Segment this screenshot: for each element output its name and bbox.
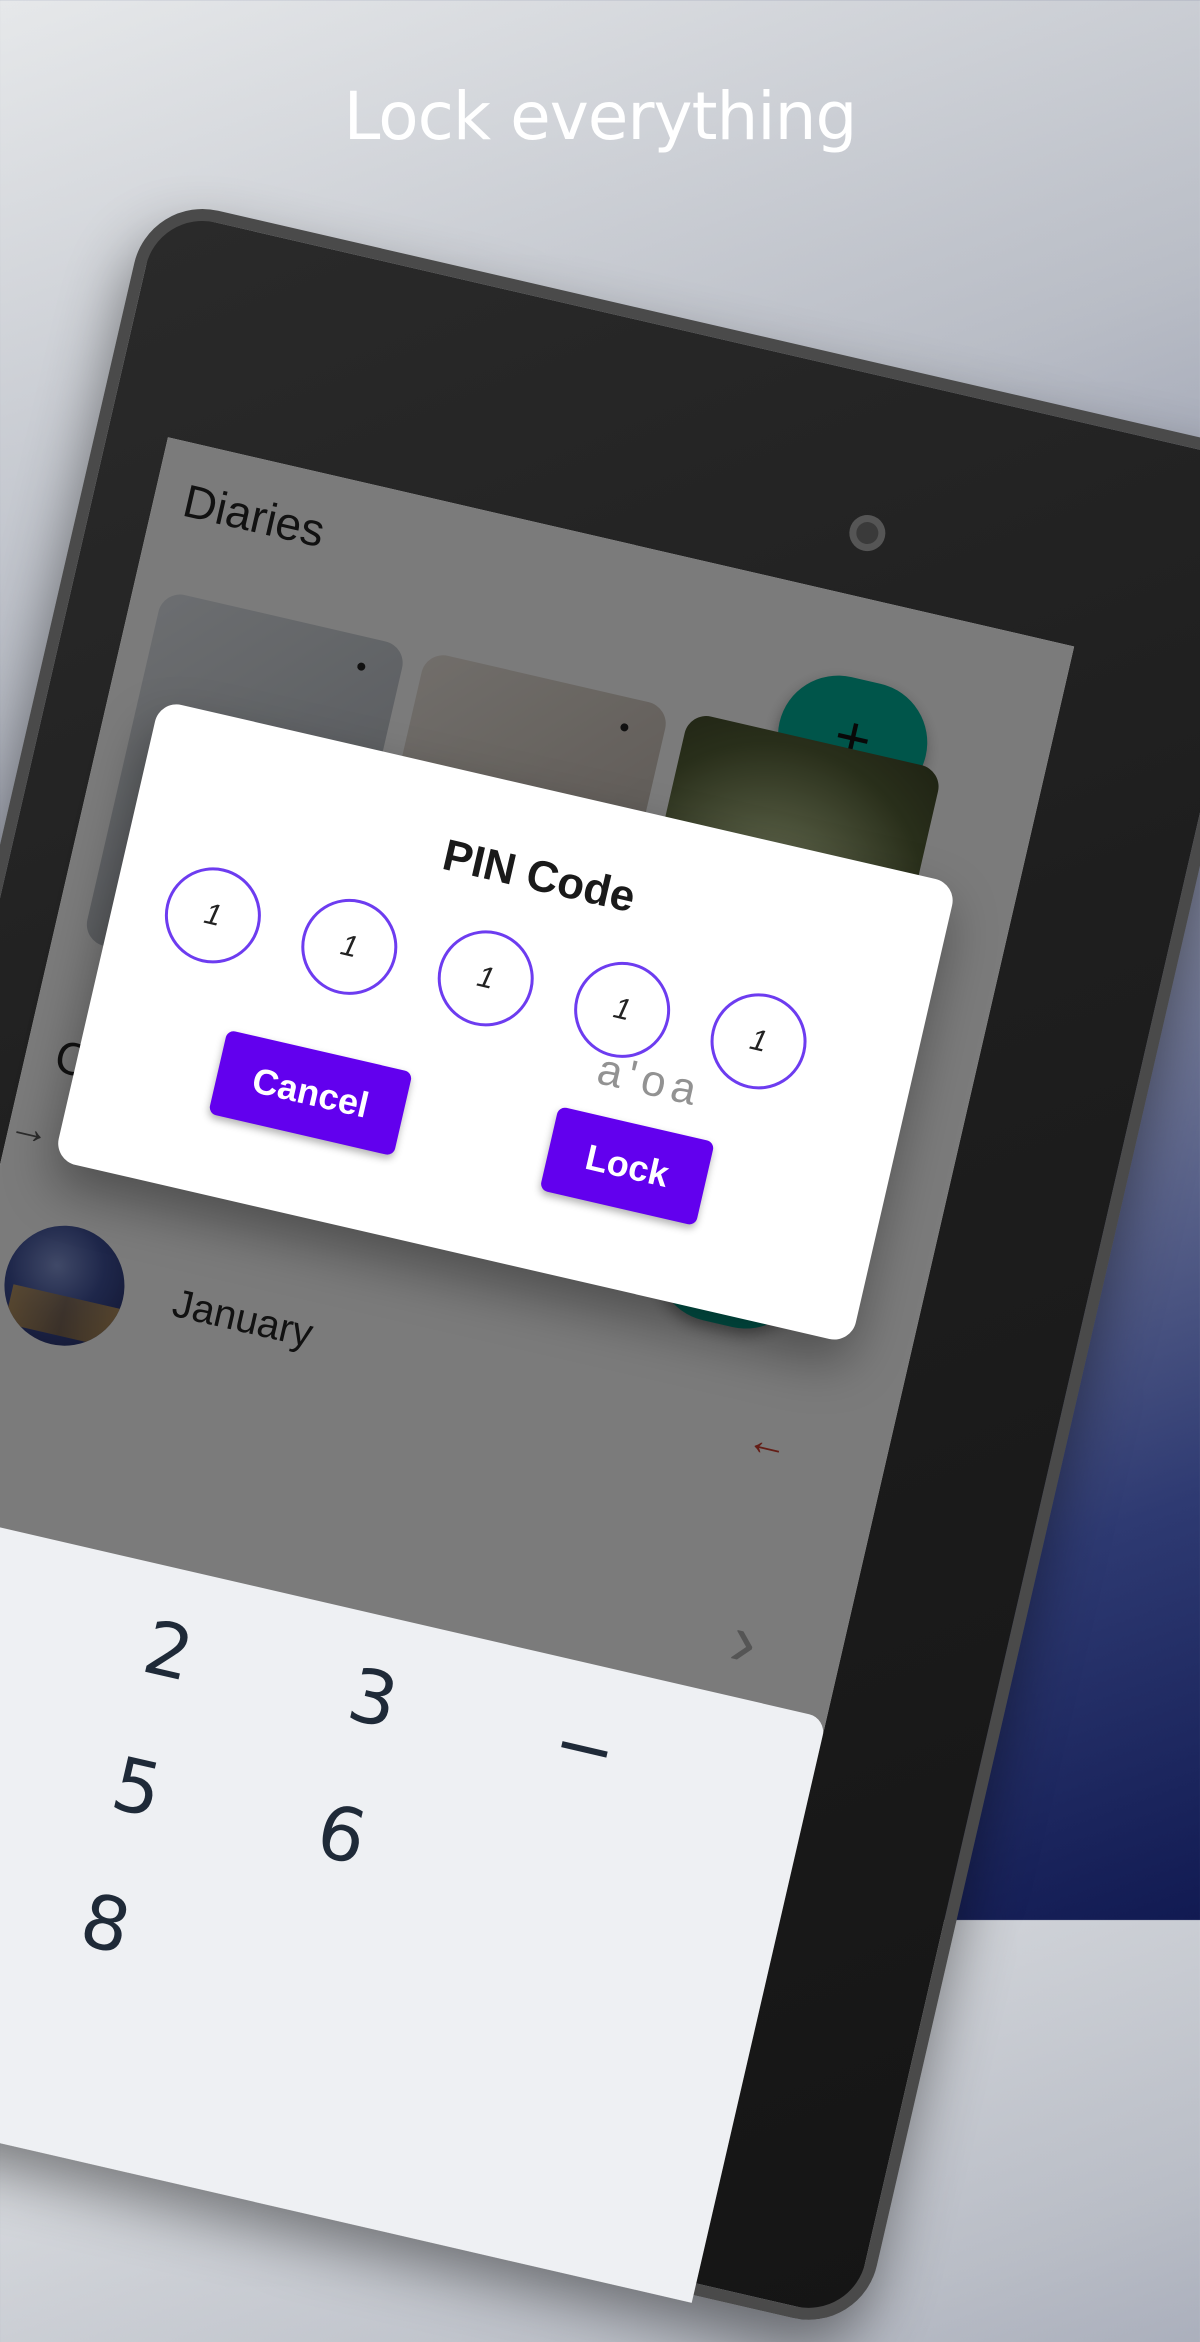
key-5[interactable]: 5 — [104, 1741, 169, 1835]
key-3[interactable]: 3 — [340, 1652, 405, 1746]
headline: Lock everything — [343, 78, 858, 155]
pin-digit-2[interactable]: 1 — [291, 889, 407, 1005]
lock-button[interactable]: Lock — [539, 1106, 715, 1226]
front-camera — [845, 511, 889, 555]
key-8[interactable]: 8 — [73, 1877, 138, 1971]
key-minus[interactable]: − — [545, 1699, 625, 1797]
ghost-text: a'oa — [592, 1044, 707, 1117]
pin-digit-5[interactable]: 1 — [700, 983, 817, 1099]
cancel-button[interactable]: Cancel — [208, 1029, 413, 1157]
pin-digit-3[interactable]: 1 — [428, 920, 544, 1036]
key-2[interactable]: 2 — [136, 1604, 201, 1698]
key-6[interactable]: 6 — [309, 1788, 374, 1882]
pin-digit-1[interactable]: 1 — [155, 857, 271, 973]
